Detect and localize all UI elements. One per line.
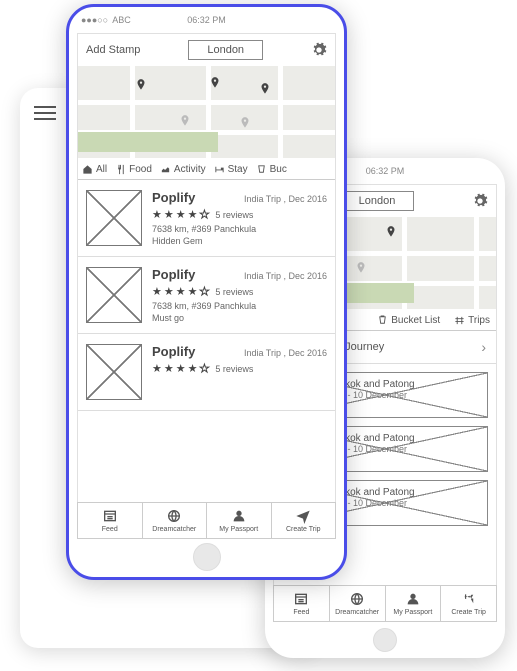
item-meta: India Trip , Dec 2016 xyxy=(244,194,327,204)
tab-all[interactable]: All xyxy=(82,164,107,175)
nav-passport[interactable]: My Passport xyxy=(386,586,442,621)
city-selector[interactable]: London xyxy=(188,40,263,60)
list-item[interactable]: Poplify India Trip , Dec 2016 ★★★★★5 revi… xyxy=(78,257,335,334)
map-pin-icon xyxy=(238,114,252,128)
phone-feed: ●●●○○ABC 06:32 PM Add Stamp London All F… xyxy=(66,4,347,580)
nav-feed[interactable]: Feed xyxy=(274,586,330,621)
item-address: 7638 km, #369 Panchkula xyxy=(152,224,327,234)
map-pin-icon xyxy=(178,112,192,126)
map-pin-icon[interactable] xyxy=(134,76,148,90)
status-time: 06:32 PM xyxy=(366,166,405,176)
city-selector[interactable]: London xyxy=(340,191,415,211)
nav-dreamcatcher[interactable]: Dreamcatcher xyxy=(330,586,386,621)
map-pin-icon[interactable] xyxy=(258,80,272,94)
gear-icon[interactable] xyxy=(472,193,488,209)
list-item[interactable]: Poplify India Trip , Dec 2016 ★★★★★5 revi… xyxy=(78,180,335,257)
screen: Add Stamp London All Food Activity Stay … xyxy=(77,33,336,533)
tab-stay[interactable]: Stay xyxy=(214,164,248,175)
tab-bucket[interactable]: Buc xyxy=(256,164,287,175)
gear-icon[interactable] xyxy=(311,42,327,58)
home-button[interactable] xyxy=(193,543,221,571)
thumbnail-placeholder xyxy=(86,344,142,400)
item-meta: India Trip , Dec 2016 xyxy=(244,271,327,281)
nav-feed[interactable]: Feed xyxy=(78,503,143,538)
rating-stars: ★★★★★5 reviews xyxy=(152,362,327,375)
item-address: 7638 km, #369 Panchkula xyxy=(152,301,327,311)
status-time: 06:32 PM xyxy=(187,15,226,25)
nav-passport[interactable]: My Passport xyxy=(207,503,272,538)
item-title: Poplify xyxy=(152,267,195,282)
tab-trips[interactable]: Trips xyxy=(454,315,490,326)
map-pin-icon xyxy=(354,259,368,273)
add-stamp-label[interactable]: Add Stamp xyxy=(86,44,140,56)
status-bar: ●●●○○ABC 06:32 PM xyxy=(69,7,344,33)
category-tabs: All Food Activity Stay Buc xyxy=(78,158,335,180)
bottom-nav: Feed Dreamcatcher My Passport Create Tri… xyxy=(273,585,497,622)
header: Add Stamp London xyxy=(78,34,335,66)
item-meta: India Trip , Dec 2016 xyxy=(244,348,327,358)
list-item[interactable]: Poplify India Trip , Dec 2016 ★★★★★5 revi… xyxy=(78,334,335,411)
nav-create-trip[interactable]: Create Trip xyxy=(441,586,496,621)
map-pin-icon[interactable] xyxy=(208,74,222,88)
nav-dreamcatcher[interactable]: Dreamcatcher xyxy=(143,503,208,538)
thumbnail-placeholder xyxy=(86,267,142,323)
thumbnail-placeholder xyxy=(86,190,142,246)
item-title: Poplify xyxy=(152,344,195,359)
tab-bucket-list[interactable]: Bucket List xyxy=(377,315,440,326)
home-button[interactable] xyxy=(373,628,397,652)
item-title: Poplify xyxy=(152,190,195,205)
map-pin-icon[interactable] xyxy=(384,223,398,237)
item-tag: Hidden Gem xyxy=(152,236,327,246)
bottom-nav: Feed Dreamcatcher My Passport Create Tri… xyxy=(77,502,336,539)
map[interactable] xyxy=(78,66,335,158)
rating-stars: ★★★★★5 reviews xyxy=(152,208,327,221)
tab-activity[interactable]: Activity xyxy=(160,164,206,175)
chevron-right-icon: › xyxy=(481,339,486,355)
rating-stars: ★★★★★5 reviews xyxy=(152,285,327,298)
item-tag: Must go xyxy=(152,313,327,323)
nav-create-trip[interactable]: Create Trip xyxy=(272,503,336,538)
results-list: Poplify India Trip , Dec 2016 ★★★★★5 revi… xyxy=(78,180,335,411)
hamburger-icon[interactable] xyxy=(34,102,56,124)
tab-food[interactable]: Food xyxy=(115,164,152,175)
